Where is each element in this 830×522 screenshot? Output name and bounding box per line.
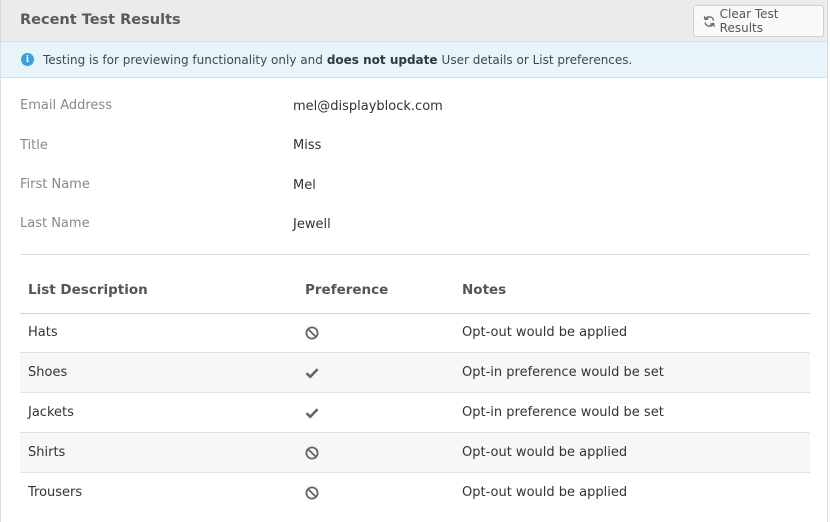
table-row: Hats Opt-out would be applied [20, 313, 810, 353]
ban-icon [305, 326, 319, 340]
refresh-icon [703, 15, 715, 27]
notes-cell: Opt-out would be applied [462, 445, 628, 460]
table-row: Shirts Opt-out would be applied [20, 433, 810, 473]
notes-cell: Opt-in preference would be set [462, 365, 664, 380]
list-description-cell: Hats [28, 325, 58, 340]
title-label: Title [20, 138, 48, 153]
first-name-value: Mel [293, 178, 316, 193]
last-name-label: Last Name [20, 216, 90, 231]
column-header-notes: Notes [462, 282, 507, 298]
table-row: Shoes Opt-in preference would be set [20, 353, 810, 393]
info-notice: i Testing is for previewing functionalit… [1, 42, 827, 78]
notes-cell: Opt-out would be applied [462, 325, 628, 340]
test-results-panel: Recent Test Results Clear Test Results i… [0, 0, 828, 522]
info-text-bold: does not update [326, 52, 438, 67]
info-text-after: User details or List preferences. [441, 52, 633, 67]
check-icon [305, 368, 319, 379]
section-divider [20, 254, 810, 255]
check-icon [305, 408, 319, 419]
list-description-cell: Shoes [28, 365, 68, 380]
email-address-label: Email Address [20, 98, 112, 113]
notes-cell: Opt-in preference would be set [462, 405, 664, 420]
panel-title: Recent Test Results [20, 12, 181, 28]
title-value: Miss [293, 138, 322, 153]
column-header-list-description: List Description [28, 282, 148, 298]
list-description-cell: Trousers [28, 485, 83, 500]
clear-test-results-button[interactable]: Clear Test Results [693, 5, 824, 37]
panel-header: Recent Test Results Clear Test Results [1, 0, 827, 42]
table-row: Trousers Opt-out would be applied [20, 473, 810, 513]
ban-icon [305, 446, 319, 460]
list-description-cell: Jackets [28, 405, 74, 420]
list-description-cell: Shirts [28, 445, 66, 460]
info-icon: i [21, 53, 34, 66]
last-name-value: Jewell [293, 217, 331, 232]
column-header-preference: Preference [305, 282, 389, 298]
clear-test-results-label: Clear Test Results [719, 7, 779, 35]
email-address-value: mel@displayblock.com [293, 99, 443, 114]
notes-cell: Opt-out would be applied [462, 485, 628, 500]
info-text-before: Testing is for previewing functionality … [43, 52, 323, 67]
table-row: Jackets Opt-in preference would be set [20, 393, 810, 433]
first-name-label: First Name [20, 177, 90, 192]
ban-icon [305, 486, 319, 500]
